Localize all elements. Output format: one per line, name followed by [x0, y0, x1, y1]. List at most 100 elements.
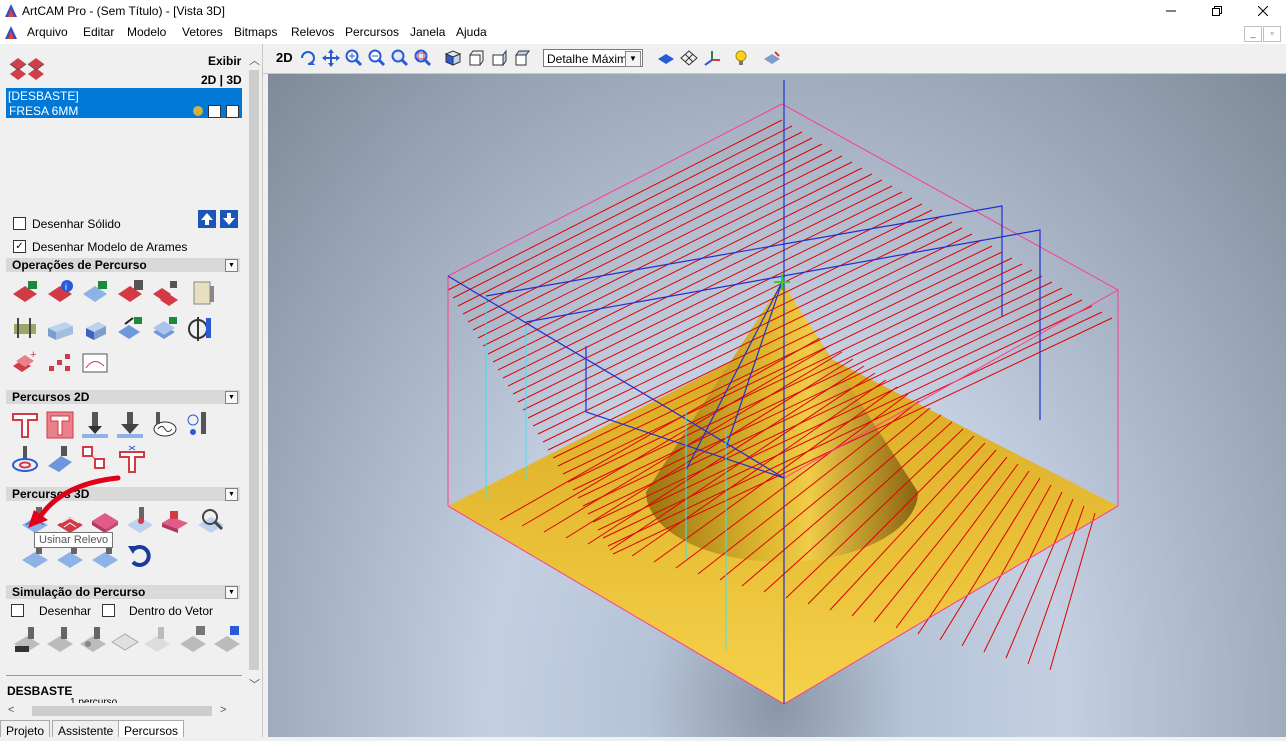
3d-profile-icon[interactable] — [160, 505, 190, 535]
section-operations-header[interactable]: Operações de Percurso ▼ — [6, 258, 240, 272]
simulation-save-icon[interactable] — [178, 624, 208, 654]
front-view-icon[interactable] — [467, 49, 485, 67]
view-2d-button[interactable]: 2D — [276, 50, 293, 65]
material-setup-icon[interactable] — [45, 314, 75, 344]
spiral-machining-icon[interactable] — [10, 444, 40, 474]
menu-percursos[interactable]: Percursos — [345, 25, 399, 39]
recalculate-icon[interactable] — [125, 540, 155, 570]
toolpath-template-icon[interactable] — [80, 348, 110, 378]
menu-editar[interactable]: Editar — [83, 25, 114, 39]
simulate-all-icon[interactable] — [78, 624, 108, 654]
scroll-left-icon[interactable]: < — [8, 704, 14, 716]
toolpath-layer-icon[interactable] — [80, 278, 110, 308]
document-icon[interactable] — [4, 25, 18, 40]
3d-viewport[interactable] — [268, 74, 1286, 737]
engraving-icon[interactable] — [150, 410, 180, 440]
3d-scene[interactable] — [268, 74, 1286, 737]
chevron-down-icon[interactable]: ▼ — [625, 51, 641, 67]
sim-draw-checkbox[interactable] — [11, 604, 24, 617]
toolpath-info-icon[interactable]: i — [45, 278, 75, 308]
detail-level-select[interactable]: Detalhe Máximo ▼ — [543, 49, 643, 67]
mdi-restore-button[interactable]: ▫ — [1263, 26, 1281, 42]
material-block-icon[interactable] — [80, 314, 110, 344]
mdi-minimize-button[interactable]: _ — [1244, 26, 1262, 42]
v-bit-carving-icon[interactable] — [115, 410, 145, 440]
toolpath-rotate-icon[interactable] — [184, 314, 214, 344]
tab-percursos[interactable]: Percursos — [118, 720, 185, 738]
toolpath-batch-icon[interactable] — [150, 314, 180, 344]
menu-modelo[interactable]: Modelo — [127, 25, 166, 39]
section-2d-header[interactable]: Percursos 2D ▼ — [6, 390, 240, 404]
toolpath-save-icon[interactable] — [115, 278, 145, 308]
drilling-icon[interactable] — [80, 410, 110, 440]
move-up-icon[interactable] — [198, 210, 216, 228]
toolpath-transform-icon[interactable] — [115, 314, 145, 344]
move-down-icon[interactable] — [220, 210, 238, 228]
toolpath-enabled-checkbox[interactable]: ✓ — [226, 105, 239, 118]
tab-projeto[interactable]: Projeto — [0, 720, 51, 738]
minimize-button[interactable] — [1148, 0, 1194, 22]
draw-wireframe-checkbox[interactable]: ✓ — [13, 240, 26, 253]
section-simulation-header[interactable]: Simulação do Percurso ▼ — [6, 585, 240, 599]
iso-view-icon[interactable] — [444, 49, 462, 67]
menu-bitmaps[interactable]: Bitmaps — [234, 25, 277, 39]
simulate-group-icon[interactable] — [45, 624, 75, 654]
top-view-icon[interactable] — [513, 49, 531, 67]
scroll-down-icon[interactable]: ﹀ — [249, 676, 260, 692]
panel-scrollbar-thumb[interactable] — [249, 70, 259, 670]
draw-solid-checkbox[interactable] — [13, 217, 26, 230]
section-dropdown-icon[interactable]: ▼ — [225, 391, 238, 404]
toolpath-copy-icon[interactable] — [150, 278, 180, 308]
close-button[interactable] — [1240, 0, 1286, 22]
area-clearance-icon[interactable] — [45, 410, 75, 440]
simulation-block-icon[interactable] — [110, 624, 140, 654]
scroll-right-icon[interactable]: > — [220, 704, 226, 716]
menu-vetores[interactable]: Vetores — [182, 25, 223, 39]
menu-relevos[interactable]: Relevos — [291, 25, 334, 39]
bevel-carving-icon[interactable] — [117, 444, 147, 474]
tab-assistente[interactable]: Assistente — [52, 720, 120, 738]
restore-icon — [1212, 6, 1222, 16]
toolpath-sheet-icon[interactable] — [188, 278, 218, 308]
new-toolpath-icon[interactable]: + — [10, 348, 40, 378]
panel-hscrollbar[interactable]: < > — [6, 704, 240, 718]
simulation-relief-icon[interactable] — [142, 624, 172, 654]
inlay-icon[interactable] — [184, 410, 214, 440]
shaded-view-icon[interactable] — [657, 49, 675, 67]
rotate-view-icon[interactable] — [299, 49, 317, 67]
scroll-up-icon[interactable]: ︿ — [249, 52, 260, 68]
toolpath-op-icon-1[interactable] — [10, 278, 40, 308]
material-shade-icon[interactable] — [763, 49, 781, 67]
section-dropdown-icon[interactable]: ▼ — [225, 259, 238, 272]
fluting-icon[interactable] — [45, 444, 75, 474]
feature-machining-icon[interactable] — [80, 444, 110, 474]
view-2d-3d-toggle[interactable]: 2D | 3D — [201, 73, 242, 87]
section-dropdown-icon[interactable]: ▼ — [225, 586, 238, 599]
wireframe-view-icon[interactable] — [680, 49, 698, 67]
zoom-window-icon[interactable] — [391, 49, 409, 67]
axes-toggle-icon[interactable] — [703, 49, 721, 67]
light-bulb-icon[interactable] — [732, 49, 750, 67]
zoom-out-icon[interactable] — [368, 49, 386, 67]
sim-inside-vector-checkbox[interactable] — [102, 604, 115, 617]
3d-search-icon[interactable] — [196, 505, 226, 535]
menu-ajuda[interactable]: Ajuda — [456, 25, 487, 39]
toolpath-visible-checkbox[interactable] — [208, 105, 221, 118]
zoom-in-icon[interactable] — [345, 49, 363, 67]
simulate-toolpath-icon[interactable] — [12, 624, 42, 654]
toolpath-points-icon[interactable] — [45, 348, 75, 378]
toolpath-list-selected[interactable]: [DESBASTE] FRESA 6MM ✓ — [6, 88, 242, 118]
toolpath-merge-icon[interactable] — [10, 314, 40, 344]
profile-machining-icon[interactable] — [10, 410, 40, 440]
menu-arquivo[interactable]: Arquivo — [27, 25, 68, 39]
pan-view-icon[interactable] — [322, 49, 340, 67]
panel-scrollbar[interactable]: ︿ ﹀ — [246, 54, 262, 722]
menu-janela[interactable]: Janela — [410, 25, 445, 39]
artcam-logo-icon — [5, 4, 17, 17]
zoom-fit-icon[interactable] — [414, 49, 432, 67]
simulation-export-icon[interactable] — [212, 624, 242, 654]
section-dropdown-icon[interactable]: ▼ — [225, 488, 238, 501]
restore-button[interactable] — [1194, 0, 1240, 22]
right-view-icon[interactable] — [490, 49, 508, 67]
panel-hscrollbar-thumb[interactable] — [32, 706, 212, 716]
